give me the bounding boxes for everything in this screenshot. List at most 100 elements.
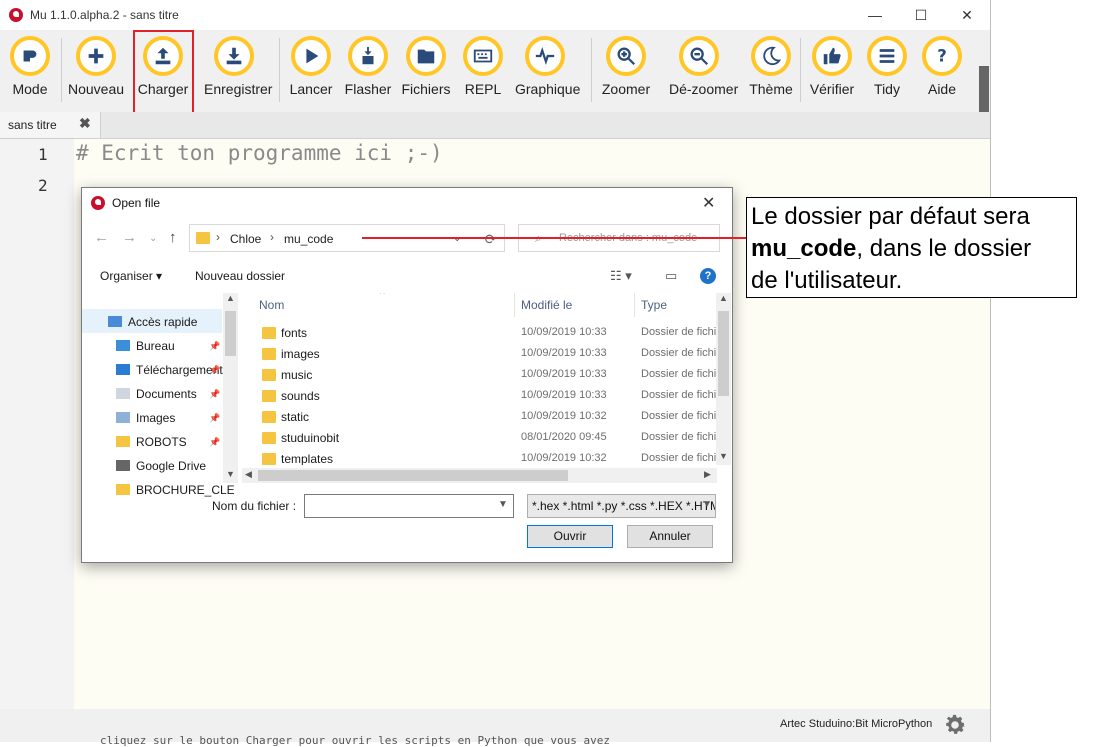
zoom-in-icon[interactable] xyxy=(606,36,646,76)
view-options-icon[interactable]: ☷ ▾ xyxy=(610,268,632,284)
file-row[interactable]: music 10/09/2019 10:33 Dossier de fichiers xyxy=(242,365,717,386)
toolbar-button-th-me[interactable]: Thème xyxy=(741,36,801,97)
filename-dropdown-icon[interactable]: ▼ xyxy=(498,499,508,510)
toolbar-button-label: REPL xyxy=(464,81,502,97)
nav-item-label: Documents xyxy=(136,387,197,401)
maximize-button[interactable]: ☐ xyxy=(898,0,944,30)
file-row[interactable]: templates 10/09/2019 10:32 Dossier de fich… xyxy=(242,449,717,465)
toolbar-button-zoomer[interactable]: Zoomer xyxy=(596,36,656,97)
toolbar-button-v-rifier[interactable]: Vérifier xyxy=(802,36,862,97)
forward-arrow-icon[interactable]: → xyxy=(122,229,137,246)
recent-chevron-icon[interactable]: ⌄ xyxy=(149,233,157,244)
back-arrow-icon[interactable]: ← xyxy=(94,229,109,246)
file-row[interactable]: sounds 10/09/2019 10:33 Dossier de fichier… xyxy=(242,386,717,407)
plus-icon[interactable] xyxy=(76,36,116,76)
toolbar-button-lancer[interactable]: Lancer xyxy=(281,36,341,97)
nav-item[interactable]: BROCHURE_CLE xyxy=(116,483,234,497)
file-name: templates xyxy=(281,452,334,465)
tab-sans-titre[interactable]: sans titre ✖ xyxy=(0,112,101,138)
breadcrumb-separator-icon: › xyxy=(216,230,220,244)
file-row[interactable]: studuinobit 08/01/2020 09:45 Dossier de fi… xyxy=(242,428,717,449)
nav-item[interactable]: Google Drive xyxy=(116,459,234,473)
callout-bold-folder: mu_code xyxy=(751,235,857,262)
filter-dropdown-icon[interactable]: ▼ xyxy=(702,499,712,510)
files-icon[interactable] xyxy=(406,36,446,76)
file-type-filter[interactable]: *.hex *.html *.py *.css *.HEX *.HTML xyxy=(527,494,716,518)
breadcrumb-chloe[interactable]: Chloe xyxy=(230,232,261,246)
pin-icon[interactable]: 📌 xyxy=(209,389,220,400)
play-icon[interactable] xyxy=(291,36,331,76)
toolbar-button-d-zoomer[interactable]: Dé-zoomer xyxy=(669,36,738,97)
help-icon[interactable]: ? xyxy=(700,268,716,284)
thumbs-up-icon[interactable] xyxy=(812,36,852,76)
pin-icon[interactable]: 📌 xyxy=(209,413,220,424)
file-list-scrollbar[interactable]: ▲ ▼ xyxy=(716,293,731,465)
pin-icon[interactable]: 📌 xyxy=(209,365,220,376)
file-row[interactable]: static 10/09/2019 10:32 Dossier de fichier… xyxy=(242,407,717,428)
flash-icon[interactable] xyxy=(348,36,388,76)
toolbar-button-mode[interactable]: Mode xyxy=(0,36,60,97)
toolbar-separator xyxy=(591,38,592,102)
cancel-button[interactable]: Annuler xyxy=(627,525,713,548)
picture-icon xyxy=(116,412,130,423)
breadcrumb-mu-code[interactable]: mu_code xyxy=(284,232,333,246)
toolbar-button-label: Flasher xyxy=(344,81,392,97)
lines-icon[interactable] xyxy=(867,36,907,76)
file-row[interactable]: fonts 10/09/2019 10:33 Dossier de fichiers xyxy=(242,323,717,344)
download-icon[interactable] xyxy=(214,36,254,76)
toolbar-button-nouveau[interactable]: Nouveau xyxy=(66,36,126,97)
minimize-button[interactable]: — xyxy=(852,0,898,30)
dialog-close-button[interactable]: ✕ xyxy=(702,193,715,213)
toolbar-button-flasher[interactable]: Flasher xyxy=(338,36,398,97)
file-date: 10/09/2019 10:33 xyxy=(521,347,607,359)
moon-icon[interactable] xyxy=(751,36,791,76)
keyboard-icon[interactable] xyxy=(463,36,503,76)
column-header-name[interactable]: Nom xyxy=(259,298,284,312)
code-line[interactable]: # Ecrit ton programme ici ;-) xyxy=(76,141,443,165)
nav-pane-scrollbar[interactable]: ▲ ▼ xyxy=(223,293,238,483)
preview-pane-icon[interactable]: ▭ xyxy=(665,268,677,284)
pin-icon[interactable]: 📌 xyxy=(209,437,220,448)
file-name: music xyxy=(281,368,313,382)
column-separator[interactable] xyxy=(634,293,635,317)
toolbar-button-enregistrer[interactable]: Enregistrer xyxy=(204,36,272,97)
line-number: 2 xyxy=(38,176,48,195)
toolbar-button-graphique[interactable]: Graphique xyxy=(515,36,580,97)
dialog-title-bar: Open file ✕ xyxy=(82,188,732,218)
folder-icon xyxy=(262,411,276,423)
zoom-out-icon[interactable] xyxy=(679,36,719,76)
column-separator[interactable] xyxy=(514,293,515,317)
pin-icon[interactable]: 📌 xyxy=(209,341,220,352)
scrollbar-thumb[interactable] xyxy=(718,311,729,396)
file-row[interactable]: images 10/09/2019 10:33 Dossier de fichier… xyxy=(242,344,717,365)
toolbar-button-repl[interactable]: REPL xyxy=(453,36,513,97)
up-arrow-icon[interactable]: ↑ xyxy=(169,229,177,246)
open-button[interactable]: Ouvrir xyxy=(527,525,613,548)
tab-close-icon[interactable]: ✖ xyxy=(79,115,91,132)
mode-icon[interactable] xyxy=(10,36,50,76)
mu-logo-icon xyxy=(9,8,23,22)
line-number: 1 xyxy=(38,145,48,164)
file-list-horizontal-scrollbar[interactable]: ◀ ▶ xyxy=(242,468,717,483)
organize-menu[interactable]: Organiser ▾ xyxy=(100,269,162,283)
question-icon[interactable]: ? xyxy=(922,36,962,76)
background-text: cliquez sur le bouton Charger pour ouvri… xyxy=(100,734,610,747)
toolbar-button-tidy[interactable]: Tidy xyxy=(857,36,917,97)
pulse-icon[interactable] xyxy=(525,36,565,76)
column-header-modified[interactable]: Modifié le xyxy=(521,298,572,312)
drive-icon xyxy=(116,460,130,471)
filename-input[interactable] xyxy=(304,494,514,518)
file-date: 10/09/2019 10:33 xyxy=(521,368,607,380)
scrollbar-thumb[interactable] xyxy=(225,311,236,356)
column-header-type[interactable]: Type xyxy=(641,298,667,312)
toolbar-button-fichiers[interactable]: Fichiers xyxy=(396,36,456,97)
scrollbar-thumb[interactable] xyxy=(258,470,568,481)
toolbar-button-aide[interactable]: ? Aide xyxy=(912,36,972,97)
file-name: fonts xyxy=(281,326,308,340)
nav-item[interactable]: Accès rapide xyxy=(108,315,226,329)
new-folder-button[interactable]: Nouveau dossier xyxy=(195,269,285,283)
callout-line-3: de l'utilisateur. xyxy=(751,267,903,294)
open-file-dialog: Open file ✕ ← → ⌄ ↑ › Chloe › mu_code ⌄ … xyxy=(81,187,733,563)
folder-icon xyxy=(262,327,276,339)
close-button[interactable]: ✕ xyxy=(944,0,990,30)
